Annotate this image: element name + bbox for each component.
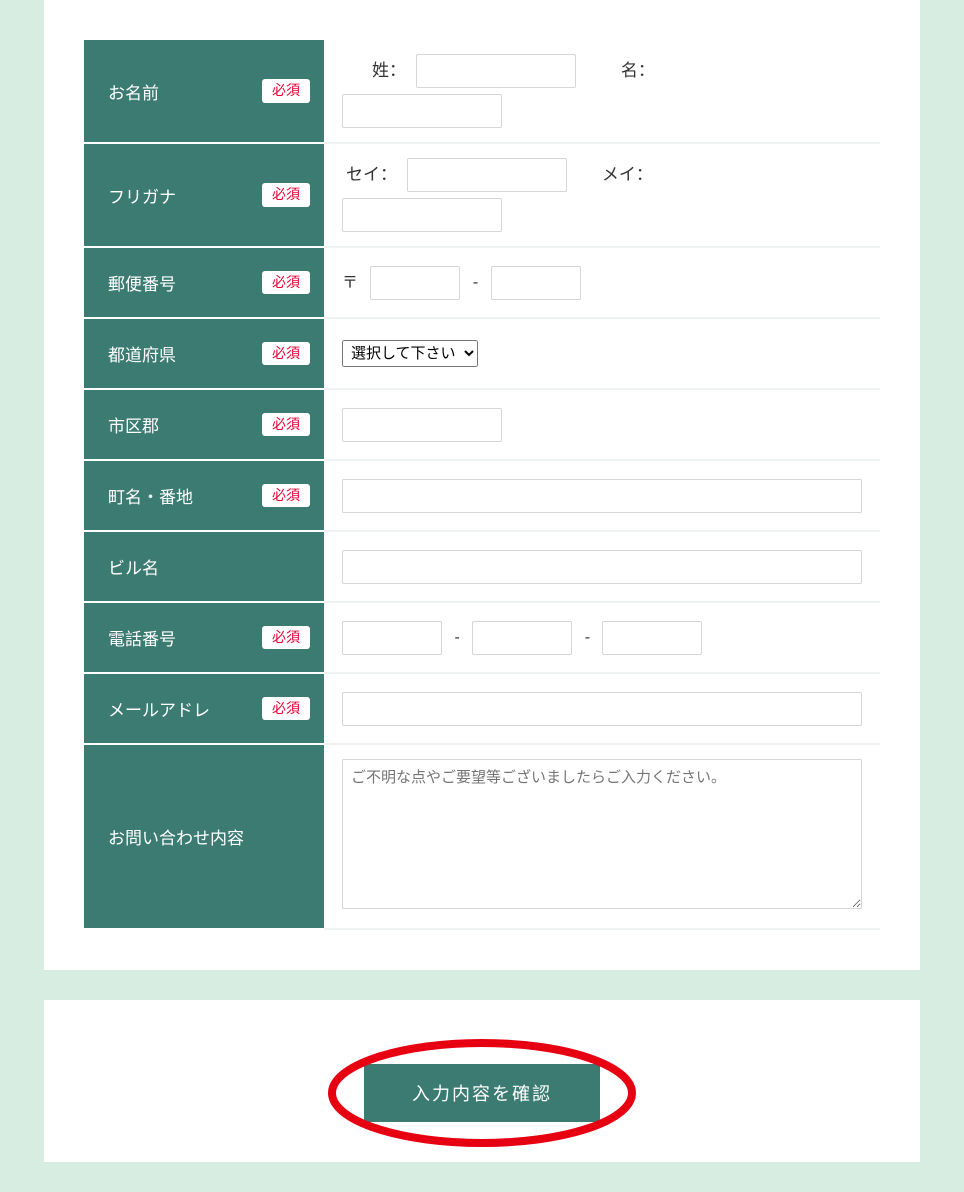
required-badge: 必須	[262, 79, 310, 103]
zip-sep: -	[473, 274, 478, 291]
tel-sep1: -	[454, 629, 459, 646]
input-sei[interactable]	[416, 54, 576, 88]
label-kana: フリガナ	[108, 183, 176, 208]
input-email[interactable]	[342, 692, 862, 726]
required-badge: 必須	[262, 342, 310, 366]
tel-sep2: -	[585, 629, 590, 646]
required-badge: 必須	[262, 484, 310, 508]
textarea-inquiry[interactable]	[342, 759, 862, 909]
submit-area: 入力内容を確認	[44, 1064, 920, 1122]
row-building: ビル名	[84, 531, 880, 602]
label-kana-sei: セイ：	[346, 165, 397, 184]
required-badge: 必須	[262, 697, 310, 721]
input-street[interactable]	[342, 479, 862, 513]
label-name: お名前	[108, 79, 159, 104]
required-badge: 必須	[262, 626, 310, 650]
label-city: 市区郡	[108, 412, 159, 437]
row-tel: 電話番号 必須 - -	[84, 602, 880, 673]
label-inquiry: お問い合わせ内容	[108, 824, 244, 849]
required-badge: 必須	[262, 413, 310, 437]
input-mei[interactable]	[342, 94, 502, 128]
input-zip2[interactable]	[491, 266, 581, 300]
submit-button[interactable]: 入力内容を確認	[364, 1064, 600, 1122]
input-kana-mei[interactable]	[342, 198, 502, 232]
label-pref: 都道府県	[108, 341, 176, 366]
label-tel: 電話番号	[108, 625, 176, 650]
input-tel2[interactable]	[472, 621, 572, 655]
required-badge: 必須	[262, 183, 310, 207]
label-kana-mei: メイ：	[602, 165, 653, 184]
row-name: お名前 必須 姓： 名：	[84, 40, 880, 143]
input-tel1[interactable]	[342, 621, 442, 655]
label-street: 町名・番地	[108, 483, 193, 508]
required-badge: 必須	[262, 271, 310, 295]
row-city: 市区郡 必須	[84, 389, 880, 460]
row-kana: フリガナ 必須 セイ： メイ：	[84, 143, 880, 247]
label-building: ビル名	[108, 554, 159, 579]
label-mei: 名：	[621, 61, 655, 80]
label-zip: 郵便番号	[108, 270, 176, 295]
row-inquiry: お問い合わせ内容	[84, 744, 880, 929]
row-street: 町名・番地 必須	[84, 460, 880, 531]
input-building[interactable]	[342, 550, 862, 584]
input-kana-sei[interactable]	[407, 158, 567, 192]
form-table: お名前 必須 姓： 名： フリガナ 必須 セイ：	[84, 40, 880, 930]
row-pref: 都道府県 必須 選択して下さい	[84, 318, 880, 389]
input-city[interactable]	[342, 408, 502, 442]
row-zip: 郵便番号 必須 〒 -	[84, 247, 880, 318]
label-email: メールアドレ	[108, 696, 210, 721]
label-sei: 姓：	[372, 61, 406, 80]
form-card: お名前 必須 姓： 名： フリガナ 必須 セイ：	[44, 0, 920, 970]
input-zip1[interactable]	[370, 266, 460, 300]
input-tel3[interactable]	[602, 621, 702, 655]
zip-mark: 〒	[342, 274, 358, 291]
row-email: メールアドレ 必須	[84, 673, 880, 744]
select-pref[interactable]: 選択して下さい	[342, 340, 478, 367]
